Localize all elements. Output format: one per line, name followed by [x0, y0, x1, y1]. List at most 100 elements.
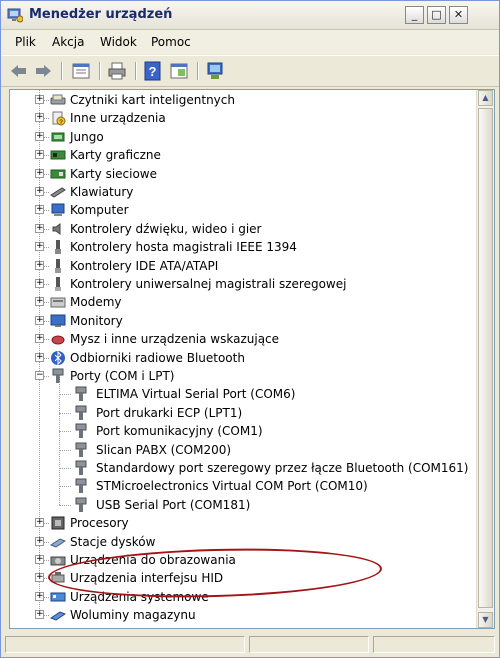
expand-toggle[interactable]: +	[35, 610, 44, 620]
expand-toggle[interactable]: +	[35, 150, 44, 160]
device-manager-app-icon	[7, 8, 23, 23]
tree-category-item[interactable]: + Kontrolery IDE ATA/ATAPI	[10, 257, 476, 275]
minimize-button[interactable]: _	[405, 6, 424, 24]
usb-controller-icon	[55, 277, 61, 291]
expand-toggle[interactable]: +	[35, 187, 44, 196]
tree-category-item[interactable]: + Komputer	[10, 201, 476, 219]
tree-connector-line	[44, 302, 49, 304]
toolbar-separator	[135, 62, 137, 80]
expand-toggle[interactable]: +	[35, 591, 44, 601]
help-icon[interactable]: ?	[143, 61, 163, 81]
tree-category-item[interactable]: + Monitory	[10, 312, 476, 330]
properties-icon[interactable]	[71, 61, 91, 81]
tree-item-label: Inne urządzenia	[70, 111, 166, 126]
expand-toggle[interactable]: +	[35, 242, 44, 252]
tree-port-item[interactable]: Slican PABX (COM200)	[10, 441, 476, 459]
status-pane-secondary	[249, 636, 369, 653]
tree-connector-line	[44, 173, 49, 175]
scroll-down-button[interactable]: ▼	[478, 612, 493, 628]
tree-category-item[interactable]: + Woluminy magazynu	[10, 606, 476, 624]
port-icon	[75, 497, 87, 512]
tree-connector-line	[44, 339, 49, 341]
maximize-button[interactable]: □	[427, 6, 446, 24]
collapse-toggle[interactable]: −	[35, 371, 44, 380]
back-icon[interactable]	[9, 61, 29, 81]
device-tree-panel[interactable]: + Czytniki kart inteligentnych +? Inne urzą…	[9, 89, 495, 629]
tree-item-label: USB Serial Port (COM181)	[96, 497, 251, 512]
scrollbar-thumb[interactable]	[478, 108, 493, 608]
expand-toggle[interactable]: +	[35, 334, 44, 344]
close-button[interactable]: ✕	[449, 6, 468, 24]
scroll-up-button[interactable]: ▲	[478, 90, 493, 106]
tree-connector-line	[44, 357, 49, 359]
expand-toggle[interactable]: +	[35, 223, 44, 233]
expand-toggle[interactable]: +	[35, 279, 44, 288]
storage-volume-icon	[50, 611, 66, 621]
tree-connector-line	[59, 376, 60, 505]
view-icon[interactable]	[169, 61, 189, 81]
title-bar[interactable]: Menedżer urządzeń _ □ ✕	[1, 1, 499, 30]
menu-pomoc[interactable]: Pomoc	[151, 35, 191, 49]
tree-category-item[interactable]: + Czytniki kart inteligentnych	[10, 91, 476, 109]
tree-port-item[interactable]: USB Serial Port (COM181)	[10, 496, 476, 514]
expand-toggle[interactable]: +	[35, 573, 44, 583]
ide-controller-icon	[55, 258, 61, 273]
tree-connector-line	[44, 376, 49, 377]
tree-category-item[interactable]: + Procesory	[10, 514, 476, 532]
forward-icon[interactable]	[33, 61, 53, 81]
expand-toggle[interactable]: +	[35, 168, 44, 178]
tree-item-label: Kontrolery IDE ATA/ATAPI	[70, 258, 219, 273]
vertical-scrollbar[interactable]: ▲ ▼	[476, 90, 494, 628]
expand-toggle[interactable]: +	[35, 352, 44, 362]
tree-category-item[interactable]: + Odbiorniki radiowe Bluetooth	[10, 349, 476, 367]
port-icon	[75, 460, 87, 475]
tree-port-item[interactable]: STMicroelectronics Virtual COM Port (COM…	[10, 477, 476, 495]
tree-connector-line	[44, 118, 49, 120]
bluetooth-icon	[51, 350, 65, 365]
tree-category-item[interactable]: + Mysz i inne urządzenia wskazujące	[10, 330, 476, 348]
tree-item-label: Stacje dysków	[70, 534, 156, 549]
expand-toggle[interactable]: +	[35, 205, 44, 215]
tree-port-item[interactable]: ELTIMA Virtual Serial Port (COM6)	[10, 385, 476, 403]
tree-category-item[interactable]: +? Inne urządzenia	[10, 109, 476, 127]
expand-toggle[interactable]: +	[35, 297, 44, 307]
tree-category-item[interactable]: + Kontrolery uniwersalnej magistrali szer…	[10, 275, 476, 293]
tree-connector-line	[44, 228, 49, 230]
expand-toggle[interactable]: +	[35, 260, 44, 270]
tree-connector-line	[44, 155, 49, 157]
tree-category-item[interactable]: + Modemy	[10, 293, 476, 311]
port-icon	[75, 405, 87, 420]
expand-toggle[interactable]: +	[35, 518, 44, 528]
expand-toggle[interactable]: +	[35, 555, 44, 564]
tree-port-item[interactable]: Port komunikacyjny (COM1)	[10, 422, 476, 440]
tree-port-item[interactable]: Standardowy port szeregowy przez łącze B…	[10, 459, 476, 477]
tree-item-label: Jungo	[70, 129, 104, 144]
expand-toggle[interactable]: +	[35, 315, 44, 325]
tree-category-item[interactable]: + Kontrolery dźwięku, wideo i gier	[10, 220, 476, 238]
tree-category-item[interactable]: + Karty graficzne	[10, 146, 476, 164]
tree-category-item[interactable]: + Kontrolery hosta magistrali IEEE 1394	[10, 238, 476, 256]
menu-plik[interactable]: Plik	[15, 35, 36, 49]
menu-akcja[interactable]: Akcja	[52, 35, 84, 49]
menu-widok[interactable]: Widok	[100, 35, 137, 49]
tree-item-label: Czytniki kart inteligentnych	[70, 93, 235, 107]
tree-category-item[interactable]: + Klawiatury	[10, 183, 476, 201]
tree-category-item[interactable]: + Karty sieciowe	[10, 165, 476, 183]
port-icon	[75, 478, 87, 494]
expand-toggle[interactable]: +	[35, 131, 44, 141]
tree-item-label: Modemy	[70, 295, 122, 310]
scan-hardware-icon[interactable]	[205, 61, 225, 81]
tree-connector-line	[44, 192, 49, 193]
tree-connector-line	[59, 486, 71, 488]
expand-toggle[interactable]: +	[35, 113, 44, 123]
display-adapter-icon	[50, 150, 66, 160]
tree-item-label: Standardowy port szeregowy przez łącze B…	[96, 461, 469, 475]
tree-category-item[interactable]: − Porty (COM i LPT)	[10, 367, 476, 385]
tree-category-item[interactable]: + Jungo	[10, 128, 476, 146]
print-icon[interactable]	[107, 61, 127, 81]
tree-connector-line	[44, 523, 49, 525]
expand-toggle[interactable]: +	[35, 95, 44, 104]
expand-toggle[interactable]: +	[35, 536, 44, 546]
tree-item-label: Slican PABX (COM200)	[96, 442, 232, 457]
tree-port-item[interactable]: Port drukarki ECP (LPT1)	[10, 404, 476, 422]
